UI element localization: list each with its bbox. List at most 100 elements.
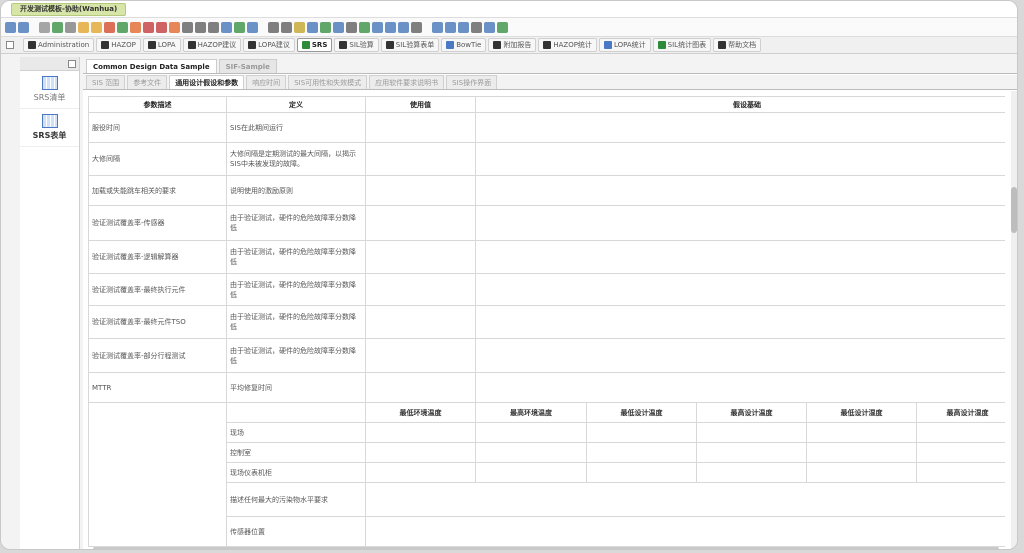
nav-tab-10[interactable]: HAZOP统计 bbox=[538, 38, 597, 52]
section-tab-4[interactable]: SIS可用性和失效模式 bbox=[288, 75, 368, 89]
value-cell[interactable] bbox=[365, 273, 476, 306]
nav-tab-4[interactable]: LOPA建议 bbox=[243, 38, 295, 52]
minimize-icon[interactable] bbox=[68, 60, 76, 68]
vertical-scrollbar[interactable] bbox=[1011, 91, 1017, 549]
tab-sif-sample[interactable]: SIF-Sample bbox=[218, 59, 277, 73]
env-value-cell[interactable] bbox=[806, 462, 917, 483]
toolbar-tool-icon[interactable] bbox=[39, 21, 50, 33]
env-value-cell[interactable] bbox=[586, 462, 697, 483]
toolbar-tool-icon[interactable] bbox=[104, 21, 115, 33]
basis-cell[interactable] bbox=[475, 273, 1005, 306]
nav-tab-2[interactable]: LOPA bbox=[142, 38, 181, 52]
toolbar-tool-icon[interactable] bbox=[247, 21, 258, 33]
toolbar-tool-icon[interactable] bbox=[432, 21, 443, 33]
basis-cell[interactable] bbox=[475, 112, 1005, 143]
value-cell[interactable] bbox=[365, 338, 476, 373]
section-tab-5[interactable]: 应用软件要求说明书 bbox=[369, 75, 445, 89]
toolbar-tool-icon[interactable] bbox=[234, 21, 245, 33]
basis-cell[interactable] bbox=[475, 338, 1005, 373]
basis-cell[interactable] bbox=[475, 305, 1005, 339]
extra-value-cell[interactable] bbox=[365, 482, 1005, 517]
env-value-cell[interactable] bbox=[916, 422, 1005, 443]
nav-tab-3[interactable]: HAZOP建议 bbox=[182, 38, 242, 52]
basis-cell[interactable] bbox=[475, 175, 1005, 206]
env-value-cell[interactable] bbox=[916, 442, 1005, 463]
toolbar-tool-icon[interactable] bbox=[458, 21, 469, 33]
toolbar-tool-icon[interactable] bbox=[18, 21, 29, 33]
section-tab-1[interactable]: 参考文件 bbox=[127, 75, 168, 89]
env-value-cell[interactable] bbox=[586, 422, 697, 443]
env-value-cell[interactable] bbox=[696, 462, 807, 483]
value-cell[interactable] bbox=[365, 240, 476, 274]
toolbar-tool-icon[interactable] bbox=[91, 21, 102, 33]
value-cell[interactable] bbox=[365, 305, 476, 339]
window-title-tab[interactable]: 开发测试模板-协助(Wanhua) bbox=[11, 3, 127, 16]
section-tab-0[interactable]: SIS 范围 bbox=[86, 75, 126, 89]
toolbar-tool-icon[interactable] bbox=[195, 21, 206, 33]
nav-tab-11[interactable]: LOPA统计 bbox=[598, 38, 651, 52]
toolbar-tool-icon[interactable] bbox=[372, 21, 383, 33]
toolbar-tool-icon[interactable] bbox=[117, 21, 128, 33]
nav-tab-12[interactable]: SIL统计图表 bbox=[652, 38, 712, 52]
toolbar-tool-icon[interactable] bbox=[294, 21, 305, 33]
section-tab-2[interactable]: 通用设计假设和参数 bbox=[169, 75, 245, 89]
basis-cell[interactable] bbox=[475, 142, 1005, 176]
toolbar-tool-icon[interactable] bbox=[281, 21, 292, 33]
toolbar-tool-icon[interactable] bbox=[471, 21, 482, 33]
env-value-cell[interactable] bbox=[475, 422, 587, 443]
toolbar-tool-icon[interactable] bbox=[143, 21, 154, 33]
toolbar-tool-icon[interactable] bbox=[182, 21, 193, 33]
env-value-cell[interactable] bbox=[475, 442, 587, 463]
sidebar-toggle-icon[interactable] bbox=[6, 41, 14, 49]
sidebar-item-srs-list[interactable]: SRS清单 bbox=[20, 71, 79, 109]
value-cell[interactable] bbox=[365, 372, 476, 403]
nav-tab-13[interactable]: 帮助文档 bbox=[713, 38, 762, 52]
env-value-cell[interactable] bbox=[365, 462, 476, 483]
toolbar-tool-icon[interactable] bbox=[398, 21, 409, 33]
section-tab-3[interactable]: 响应时间 bbox=[246, 75, 287, 89]
toolbar-tool-icon[interactable] bbox=[130, 21, 141, 33]
toolbar-tool-icon[interactable] bbox=[78, 21, 89, 33]
value-cell[interactable] bbox=[365, 175, 476, 206]
nav-tab-9[interactable]: 附加报告 bbox=[488, 38, 537, 52]
value-cell[interactable] bbox=[365, 112, 476, 143]
nav-tab-1[interactable]: HAZOP bbox=[96, 38, 141, 52]
toolbar-tool-icon[interactable] bbox=[320, 21, 331, 33]
env-value-cell[interactable] bbox=[806, 422, 917, 443]
value-cell[interactable] bbox=[365, 142, 476, 176]
toolbar-tool-icon[interactable] bbox=[169, 21, 180, 33]
toolbar-tool-icon[interactable] bbox=[268, 21, 279, 33]
env-value-cell[interactable] bbox=[586, 442, 697, 463]
toolbar-tool-icon[interactable] bbox=[307, 21, 318, 33]
nav-tab-6[interactable]: SIL验算 bbox=[334, 38, 379, 52]
toolbar-tool-icon[interactable] bbox=[445, 21, 456, 33]
toolbar-tool-icon[interactable] bbox=[52, 21, 63, 33]
basis-cell[interactable] bbox=[475, 240, 1005, 274]
extra-value-cell[interactable] bbox=[365, 516, 1005, 547]
toolbar-tool-icon[interactable] bbox=[385, 21, 396, 33]
scrollbar-thumb[interactable] bbox=[1011, 187, 1017, 233]
sidebar-item-srs-form[interactable]: SRS表单 bbox=[20, 109, 79, 147]
toolbar-tool-icon[interactable] bbox=[497, 21, 508, 33]
toolbar-tool-icon[interactable] bbox=[208, 21, 219, 33]
section-tab-6[interactable]: SIS操作界面 bbox=[446, 75, 498, 89]
env-value-cell[interactable] bbox=[365, 422, 476, 443]
nav-tab-8[interactable]: BowTie bbox=[441, 38, 487, 52]
env-value-cell[interactable] bbox=[696, 422, 807, 443]
env-value-cell[interactable] bbox=[365, 442, 476, 463]
toolbar-tool-icon[interactable] bbox=[346, 21, 357, 33]
env-value-cell[interactable] bbox=[806, 442, 917, 463]
basis-cell[interactable] bbox=[475, 372, 1005, 403]
toolbar-tool-icon[interactable] bbox=[484, 21, 495, 33]
env-value-cell[interactable] bbox=[696, 442, 807, 463]
horizontal-scrollbar[interactable] bbox=[93, 547, 999, 549]
value-cell[interactable] bbox=[365, 205, 476, 241]
toolbar-tool-icon[interactable] bbox=[156, 21, 167, 33]
toolbar-tool-icon[interactable] bbox=[221, 21, 232, 33]
toolbar-tool-icon[interactable] bbox=[411, 21, 422, 33]
toolbar-tool-icon[interactable] bbox=[5, 21, 16, 33]
toolbar-tool-icon[interactable] bbox=[333, 21, 344, 33]
env-value-cell[interactable] bbox=[916, 462, 1005, 483]
toolbar-tool-icon[interactable] bbox=[65, 21, 76, 33]
nav-tab-7[interactable]: SIL验算表单 bbox=[380, 38, 440, 52]
